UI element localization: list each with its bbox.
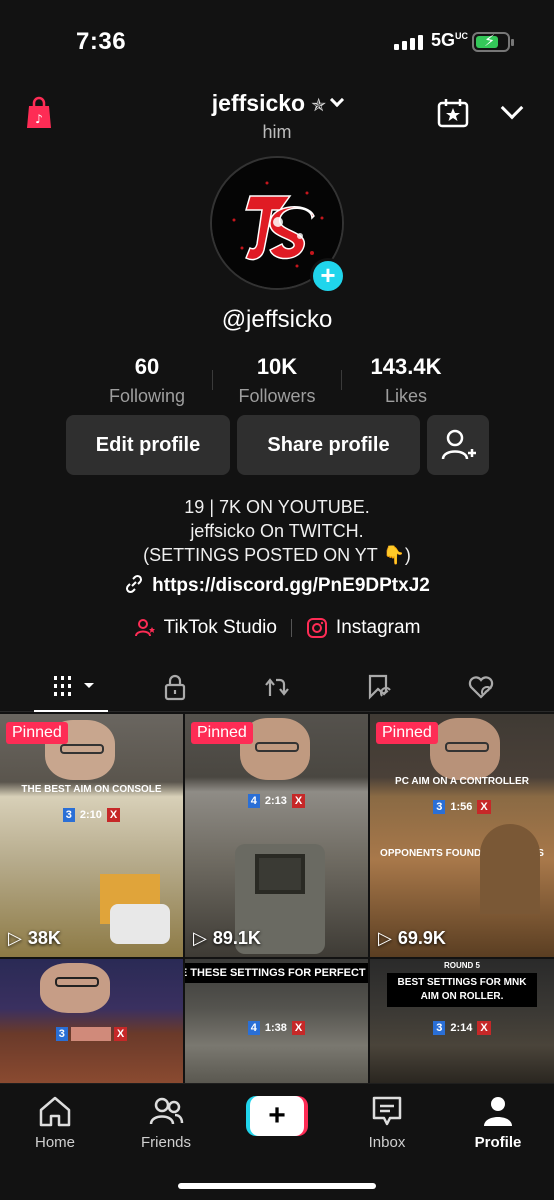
status-time: 7:36	[76, 28, 127, 55]
nav-label: Inbox	[368, 1134, 406, 1151]
bio-line: (SETTINGS POSTED ON YT 👇)	[143, 545, 411, 565]
video-thumbnail[interactable]: USE THESE SETTINGS FOR PERFECT AIM 41:38…	[185, 959, 368, 1083]
plus-icon: +	[250, 1096, 304, 1136]
nav-label: Home	[34, 1134, 75, 1151]
add-friend-button[interactable]	[427, 415, 489, 475]
video-thumbnail[interactable]: THE BEST AIM ON CONSOLE 3 2:10 X Pinned ▷ 3…	[0, 714, 183, 957]
network-indicator: 5GUC	[431, 30, 469, 50]
video-thumbnail[interactable]: PC AIM ON A CONTROLLER 3 1:56 X OPPONENTS …	[370, 714, 554, 957]
apps-divider	[290, 619, 292, 637]
nav-inbox[interactable]: Inbox	[342, 1094, 432, 1151]
nav-home[interactable]: Home	[10, 1094, 100, 1151]
add-user-icon	[441, 429, 476, 460]
profile-icon	[484, 1097, 512, 1126]
view-count: ▷ 89.1K	[193, 928, 261, 948]
profile-handle: @jeffsicko	[221, 306, 333, 333]
stat-value: 10K	[256, 354, 298, 379]
active-tab-indicator	[34, 710, 108, 712]
video-caption: THE BEST AIM ON CONSOLE	[21, 784, 162, 795]
linked-apps: TikTok Studio Instagram	[0, 617, 554, 639]
studio-icon	[134, 619, 155, 637]
stat-divider	[341, 370, 342, 390]
pinned-badge: Pinned	[376, 722, 438, 744]
bio-line: jeffsicko On TWITCH.	[190, 521, 364, 541]
instagram-label: Instagram	[335, 617, 421, 638]
video-caption: BEST SETTINGS FOR MNK AIM ON ROLLER.	[387, 973, 537, 1007]
stat-divider	[212, 370, 213, 390]
nav-friends[interactable]: Friends	[121, 1094, 211, 1151]
game-hud: 3 2:14 X	[370, 1019, 554, 1037]
home-icon	[39, 1096, 71, 1127]
star-icon: ✯	[311, 95, 327, 115]
stat-likes[interactable]: 143.4K Likes	[351, 354, 461, 407]
play-icon: ▷	[378, 928, 392, 948]
tab-private-lock-icon[interactable]	[160, 672, 190, 702]
link-text: https://discord.gg/PnE9DPtxJ2	[152, 575, 430, 596]
studio-label: TikTok Studio	[163, 617, 277, 638]
stat-label: Followers	[238, 386, 316, 406]
home-indicator	[178, 1183, 376, 1189]
game-hud: 4 1:38 X	[185, 1019, 368, 1037]
game-hud: 4 2:13 X	[185, 792, 368, 810]
tab-videos-grid-icon[interactable]	[52, 672, 98, 702]
game-hud: 3 1:56 X	[370, 798, 554, 816]
content-tabs	[0, 664, 554, 712]
create-button[interactable]: +	[246, 1096, 308, 1136]
video-thumbnail[interactable]: ROUND 5 BEST SETTINGS FOR MNK AIM ON ROL…	[370, 959, 554, 1083]
video-thumbnail[interactable]: 4 2:13 X Pinned ▷ 89.1K	[185, 714, 368, 957]
battery-icon: ⚡	[472, 32, 514, 52]
profile-bio: 19 | 7K ON YOUTUBE. jeffsicko On TWITCH.…	[0, 495, 554, 567]
stat-label: Likes	[384, 386, 428, 406]
edit-profile-button[interactable]: Edit profile	[66, 415, 230, 475]
stat-value: 143.4K	[370, 354, 442, 379]
game-hud: 3 2:10 X	[0, 806, 183, 824]
stat-value: 60	[134, 354, 160, 379]
game-hud: 3 X	[0, 1025, 183, 1043]
stat-label: Following	[108, 386, 186, 406]
tab-liked-icon[interactable]	[466, 672, 496, 702]
video-thumbnail[interactable]: 3 X	[0, 959, 183, 1083]
bio-link[interactable]: https://discord.gg/PnE9DPtxJ2	[0, 574, 554, 597]
tab-reposts-icon[interactable]	[262, 672, 292, 702]
tiktok-studio-link[interactable]: TikTok Studio	[134, 617, 277, 639]
nav-label: Profile	[474, 1134, 522, 1151]
nav-profile[interactable]: Profile	[453, 1094, 543, 1151]
username-title: jeffsicko	[211, 90, 306, 116]
chevron-down-icon	[330, 92, 345, 108]
calendar-star-icon[interactable]	[437, 98, 469, 128]
add-avatar-button[interactable]: +	[310, 258, 346, 294]
pinned-badge: Pinned	[191, 722, 253, 744]
play-icon: ▷	[8, 928, 22, 948]
signal-icon	[394, 34, 423, 50]
tab-favorites-icon[interactable]	[364, 672, 394, 702]
play-icon: ▷	[193, 928, 207, 948]
username-switcher[interactable]: jeffsicko ✯	[0, 90, 554, 117]
stat-following[interactable]: 60 Following	[92, 354, 202, 407]
pronouns: him	[262, 122, 292, 142]
inbox-icon	[372, 1096, 402, 1126]
instagram-icon	[306, 618, 327, 638]
view-count: ▷ 69.9K	[378, 928, 446, 948]
nav-label: Friends	[140, 1134, 192, 1151]
instagram-link[interactable]: Instagram	[306, 617, 420, 639]
share-profile-button[interactable]: Share profile	[237, 415, 420, 475]
video-caption: PC AIM ON A CONTROLLER	[395, 776, 529, 787]
video-caption: USE THESE SETTINGS FOR PERFECT AIM	[185, 963, 368, 983]
round-label: ROUND 5	[443, 961, 480, 970]
status-bar: 7:36 5GUC ⚡	[0, 0, 554, 80]
pinned-badge: Pinned	[6, 722, 68, 744]
stat-followers[interactable]: 10K Followers	[222, 354, 332, 407]
link-icon	[126, 574, 143, 594]
view-count: ▷ 38K	[8, 928, 61, 948]
bio-line: 19 | 7K ON YOUTUBE.	[184, 497, 370, 517]
friends-icon	[149, 1097, 184, 1125]
